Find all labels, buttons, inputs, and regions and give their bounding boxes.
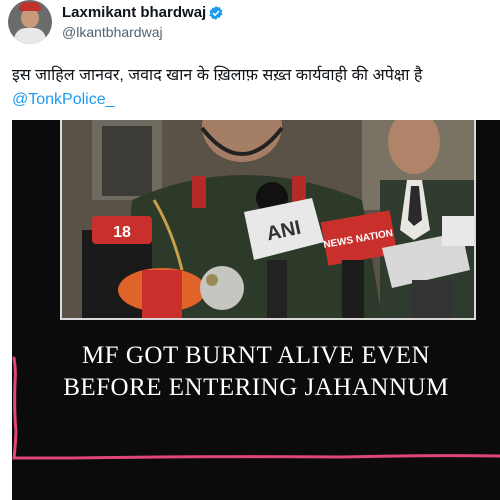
mention-link[interactable]: @TonkPolice_ [12,91,115,108]
avatar[interactable] [8,0,52,44]
tweet-body: इस जाहिल जानवर, जवाद खान के ख़िलाफ़ सख़्… [12,67,423,84]
tweet-header: Laxmikant bhardwaj @lkantbhardwaj [0,0,500,50]
verified-badge-icon [209,6,223,20]
author-handle[interactable]: @lkantbhardwaj [62,24,163,40]
tweet-media[interactable]: 18 ANI NEWS NATION MF GOT BURNT ALIVE EV… [12,120,500,500]
tweet-text: इस जाहिल जानवर, जवाद खान के ख़िलाफ़ सख़्… [12,64,492,112]
highlight-scribble [12,356,500,460]
author-name[interactable]: Laxmikant bhardwaj [62,4,206,21]
